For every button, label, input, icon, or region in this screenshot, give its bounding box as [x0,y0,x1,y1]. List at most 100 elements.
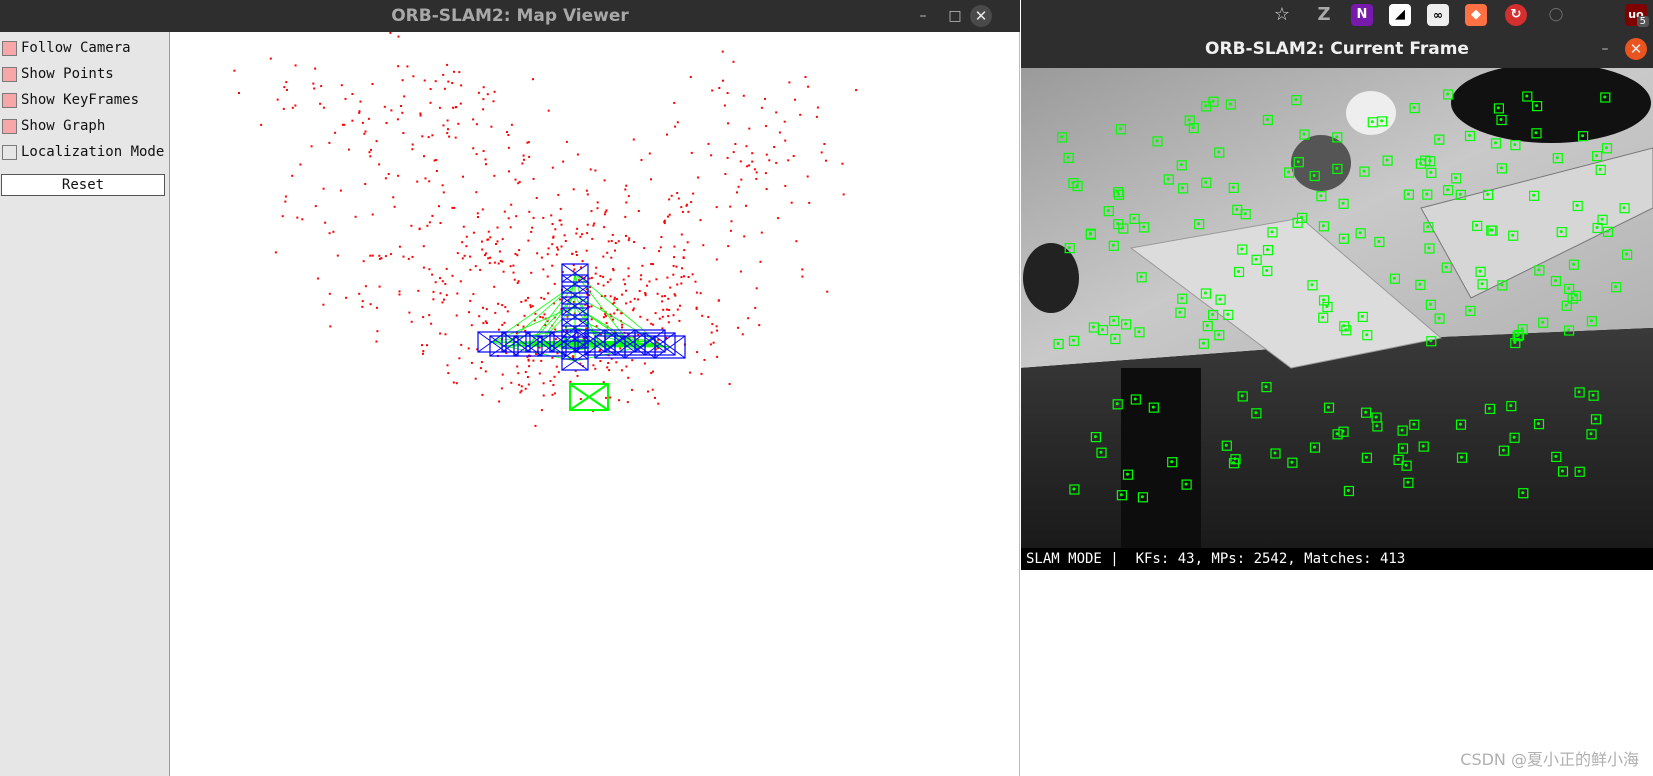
map-point [410,224,413,227]
cup-shape [1291,135,1351,191]
map-point [625,201,628,204]
show-keyframes-checkbox[interactable]: Show KeyFrames [2,90,139,110]
map-point [402,132,405,134]
map-point [807,85,810,88]
map-point [260,123,263,126]
map-point [487,230,490,233]
onenote-icon[interactable]: N [1351,4,1373,26]
checkbox-box[interactable] [2,40,17,56]
map-point [559,207,562,210]
map-point [670,194,673,197]
map-point [481,393,484,396]
map-point [742,94,745,97]
map-point [528,365,531,368]
map-point [441,301,444,304]
map-point [397,174,400,177]
map-point [485,252,488,255]
map-point [596,201,599,204]
checkbox-box[interactable] [2,66,17,82]
checkbox-box[interactable] [2,118,17,134]
star-icon[interactable]: ☆ [1271,4,1293,26]
show-points-checkbox[interactable]: Show Points [2,64,114,84]
map-point [459,280,462,283]
minimize-button[interactable]: – [1594,38,1616,60]
map-point [808,201,811,204]
map-point [529,304,532,307]
map-point [294,64,297,67]
map-point [358,110,361,113]
map-point [477,216,479,218]
map-point [522,325,525,328]
current-frame-titlebar[interactable]: ORB-SLAM2: Current Frame – ✕ [1021,30,1653,68]
map-point [397,65,400,68]
map-point [339,189,342,192]
map-point [755,171,758,174]
checkbox-box[interactable] [2,144,17,160]
follow-camera-checkbox[interactable]: Follow Camera [2,38,131,58]
reset-button[interactable]: Reset [1,174,165,196]
map-point [507,217,510,220]
map-point [274,251,277,254]
map-point [736,191,738,194]
map-point [662,308,665,311]
map-point [452,381,455,384]
mouse-icon[interactable]: ◯ [1545,4,1567,26]
extension-orange-icon[interactable]: ◆ [1465,4,1487,26]
map-point [340,84,343,87]
map-point [422,245,425,248]
map-point [778,131,781,134]
privacy-icon[interactable]: ∞ [1427,4,1449,26]
checkbox-box[interactable] [2,92,17,108]
map-point [479,367,482,370]
map-point [826,290,829,293]
map-point [676,308,679,311]
map-point [638,290,641,292]
map-point [508,170,510,173]
map-point [512,271,515,274]
map-point [554,228,557,231]
map-point [676,121,679,124]
map-point [721,50,724,53]
map-point [543,297,546,300]
notion-icon[interactable]: ◢ [1389,4,1411,26]
map-point [605,396,608,399]
map-point [546,275,549,278]
map-point [497,302,500,305]
map-point [745,204,747,207]
zotero-icon[interactable]: Z [1313,4,1335,26]
close-button[interactable]: ✕ [970,5,992,27]
map-point [447,372,450,375]
map-point [668,213,671,216]
map-point [644,293,647,295]
map-point [652,263,654,266]
map-point [547,109,550,112]
map-point [655,278,658,281]
map-point [516,282,519,284]
map-point [610,256,613,259]
map-point [572,355,575,358]
map-point [603,213,606,216]
map-point [667,297,670,300]
floor-shadow [1021,328,1653,548]
map-point [627,267,630,270]
map-point [710,154,713,157]
map-viewer-titlebar[interactable]: ORB-SLAM2: Map Viewer – □ ✕ [0,0,1020,32]
map-point [673,256,675,259]
map-point [429,88,432,90]
extension-red-icon[interactable]: ↻ [1505,4,1527,26]
map-point [551,264,554,267]
map-point [765,125,768,128]
map-point [475,153,478,156]
map-point [510,203,513,206]
localization-mode-checkbox[interactable]: Localization Mode [2,142,164,162]
map-point [768,159,771,162]
map-point [788,81,791,84]
map-point [329,325,332,328]
show-graph-checkbox[interactable]: Show Graph [2,116,105,136]
map-point [717,299,720,302]
map-point [359,100,362,103]
close-button[interactable]: ✕ [1625,38,1647,60]
minimize-button[interactable]: – [912,5,934,27]
maximize-button[interactable]: □ [944,5,966,27]
map-3d-canvas[interactable] [170,32,1019,776]
